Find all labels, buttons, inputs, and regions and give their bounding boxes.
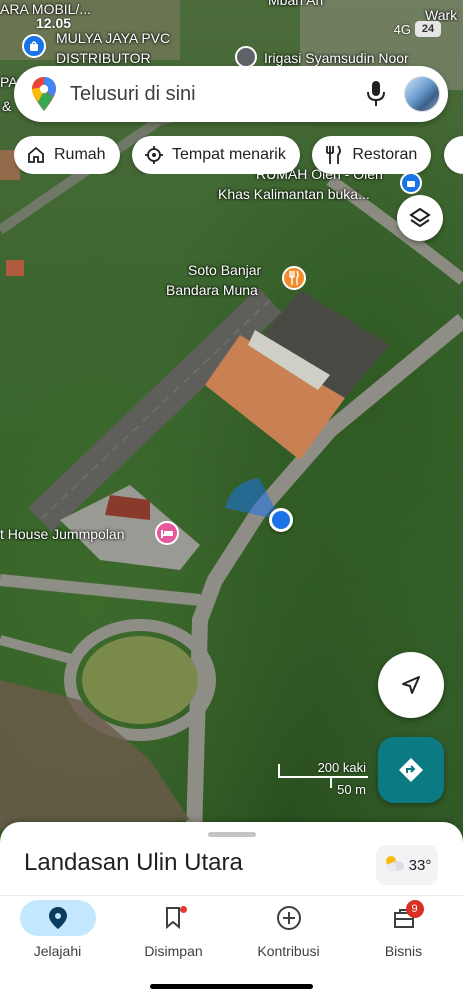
nav-disimpan[interactable]: Disimpan (116, 896, 231, 976)
search-bar[interactable]: Telusuri di sini (14, 66, 448, 122)
status-time: 12.05 (36, 15, 72, 31)
search-input[interactable]: Telusuri di sini (70, 83, 362, 106)
hotel-pin-icon[interactable] (155, 521, 179, 545)
temperature-value: 33° (408, 856, 432, 874)
scale-metric: 50 m (337, 782, 366, 797)
navigation-arrow-icon (402, 676, 420, 694)
nav-label: Disimpan (144, 943, 203, 959)
nav-label: Bisnis (384, 943, 423, 959)
sheet-drag-handle[interactable] (208, 832, 256, 837)
explore-pin-icon (48, 907, 67, 929)
irigasi-pin-icon[interactable] (235, 46, 257, 68)
maps-logo-icon (32, 77, 56, 111)
microphone-icon[interactable] (362, 80, 390, 108)
shop-pin-icon[interactable] (400, 172, 422, 194)
map-label-rumah-oleh-2[interactable]: Khas Kalimantan buka... (218, 186, 370, 202)
restaurant-pin-icon[interactable] (282, 266, 306, 290)
home-indicator[interactable] (150, 984, 313, 989)
add-circle-icon (276, 906, 301, 930)
my-location-dot (269, 508, 293, 532)
chip-more[interactable] (443, 136, 463, 174)
map-label-house[interactable]: t House Jummpolan (0, 526, 125, 542)
profile-avatar[interactable] (404, 76, 440, 112)
category-chips: Rumah Tempat menarik Restoran (14, 136, 463, 174)
directions-button[interactable] (378, 737, 444, 803)
attraction-icon (145, 146, 164, 164)
nav-label: Kontribusi (257, 943, 320, 959)
map-label-soto-2[interactable]: Bandara Muna (166, 282, 258, 298)
directions-icon (399, 758, 423, 782)
nav-bisnis[interactable]: 9 Bisnis (346, 896, 461, 976)
restaurant-icon (326, 145, 342, 164)
nav-kontribusi[interactable]: Kontribusi (231, 896, 346, 976)
bottom-sheet[interactable]: Landasan Ulin Utara 33° (0, 822, 463, 902)
chip-label: Tempat menarik (172, 146, 286, 163)
map-label-mulya-2[interactable]: DISTRIBUTOR (56, 50, 151, 66)
chip-label: Restoran (352, 146, 418, 163)
weather-chip[interactable]: 33° (376, 845, 438, 885)
battery-indicator: 24 (415, 21, 441, 37)
chip-tempat-menarik[interactable]: Tempat menarik (132, 136, 300, 174)
saved-badge-dot (179, 906, 187, 913)
map-scale: 200 kaki 50 m (278, 760, 368, 800)
area-title: Landasan Ulin Utara (24, 849, 243, 876)
chip-rumah[interactable]: Rumah (14, 136, 120, 174)
layers-button[interactable] (397, 195, 443, 241)
map-label-soto[interactable]: Soto Banjar (188, 262, 261, 278)
partly-sunny-icon (383, 854, 405, 876)
nav-jelajahi[interactable]: Jelajahi (0, 896, 115, 976)
layers-icon (409, 207, 431, 228)
chip-restoran[interactable]: Restoran (312, 136, 432, 174)
home-icon (28, 146, 44, 163)
network-indicator: 4G (393, 22, 411, 37)
nav-label: Jelajahi (33, 943, 82, 959)
scale-imperial: 200 kaki (317, 760, 366, 775)
my-location-button[interactable] (378, 652, 444, 718)
map-label-amp: & (2, 98, 12, 114)
business-badge-count: 9 (405, 900, 424, 918)
map-label-irigasi[interactable]: Irigasi Syamsudin Noor (264, 50, 409, 66)
chip-label: Rumah (54, 146, 106, 163)
status-bar: 12.05 4G 24 (0, 0, 463, 38)
